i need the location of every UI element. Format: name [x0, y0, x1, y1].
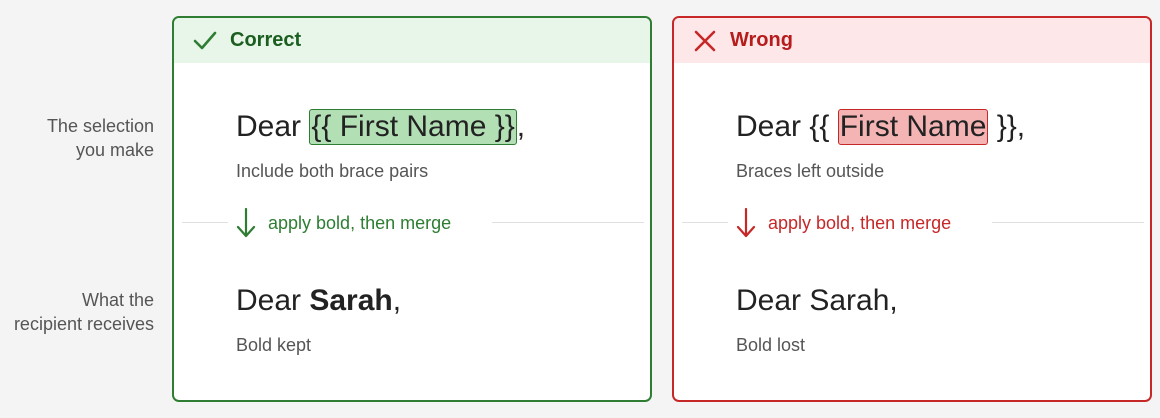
wrong-panel: Wrong Dear {{ First Name }}, Braces left… — [672, 16, 1152, 402]
wrong-result-caption: Bold lost — [736, 335, 806, 355]
correct-panel: Correct Dear {{ First Name }}, Include b… — [172, 16, 652, 402]
correct-selection-caption: Include both brace pairs — [236, 161, 429, 181]
wrong-selection-example: Dear {{ First Name }}, — [736, 109, 1026, 145]
bold-name: Sarah — [309, 284, 393, 317]
correct-selection-example: Dear {{ First Name }}, — [236, 109, 526, 145]
correct-title: Correct — [230, 29, 302, 51]
divider — [182, 222, 228, 223]
cross-icon — [692, 28, 718, 54]
correct-header: Correct — [174, 18, 650, 63]
wrong-result-example: Dear Sarah, — [736, 284, 898, 317]
correct-result-example: Dear Sarah, — [236, 284, 402, 317]
correct-result-caption: Bold kept — [236, 335, 312, 355]
check-icon — [192, 28, 218, 54]
correct-step: apply bold, then merge — [236, 207, 451, 239]
row-label-selection: The selection you make — [46, 116, 154, 160]
arrow-down-icon — [736, 207, 756, 238]
wrong-title: Wrong — [730, 29, 793, 51]
divider — [492, 222, 644, 223]
wrong-selection-caption: Braces left outside — [736, 161, 885, 181]
arrow-down-icon — [236, 207, 256, 238]
row-label-result: What the recipient receives — [13, 290, 154, 334]
wrong-step: apply bold, then merge — [736, 207, 951, 239]
divider — [992, 222, 1144, 223]
wrong-header: Wrong — [674, 18, 1150, 63]
correct-selection-highlight: {{ First Name }} — [309, 109, 517, 145]
wrong-selection-highlight: First Name — [837, 109, 989, 145]
divider — [682, 222, 728, 223]
